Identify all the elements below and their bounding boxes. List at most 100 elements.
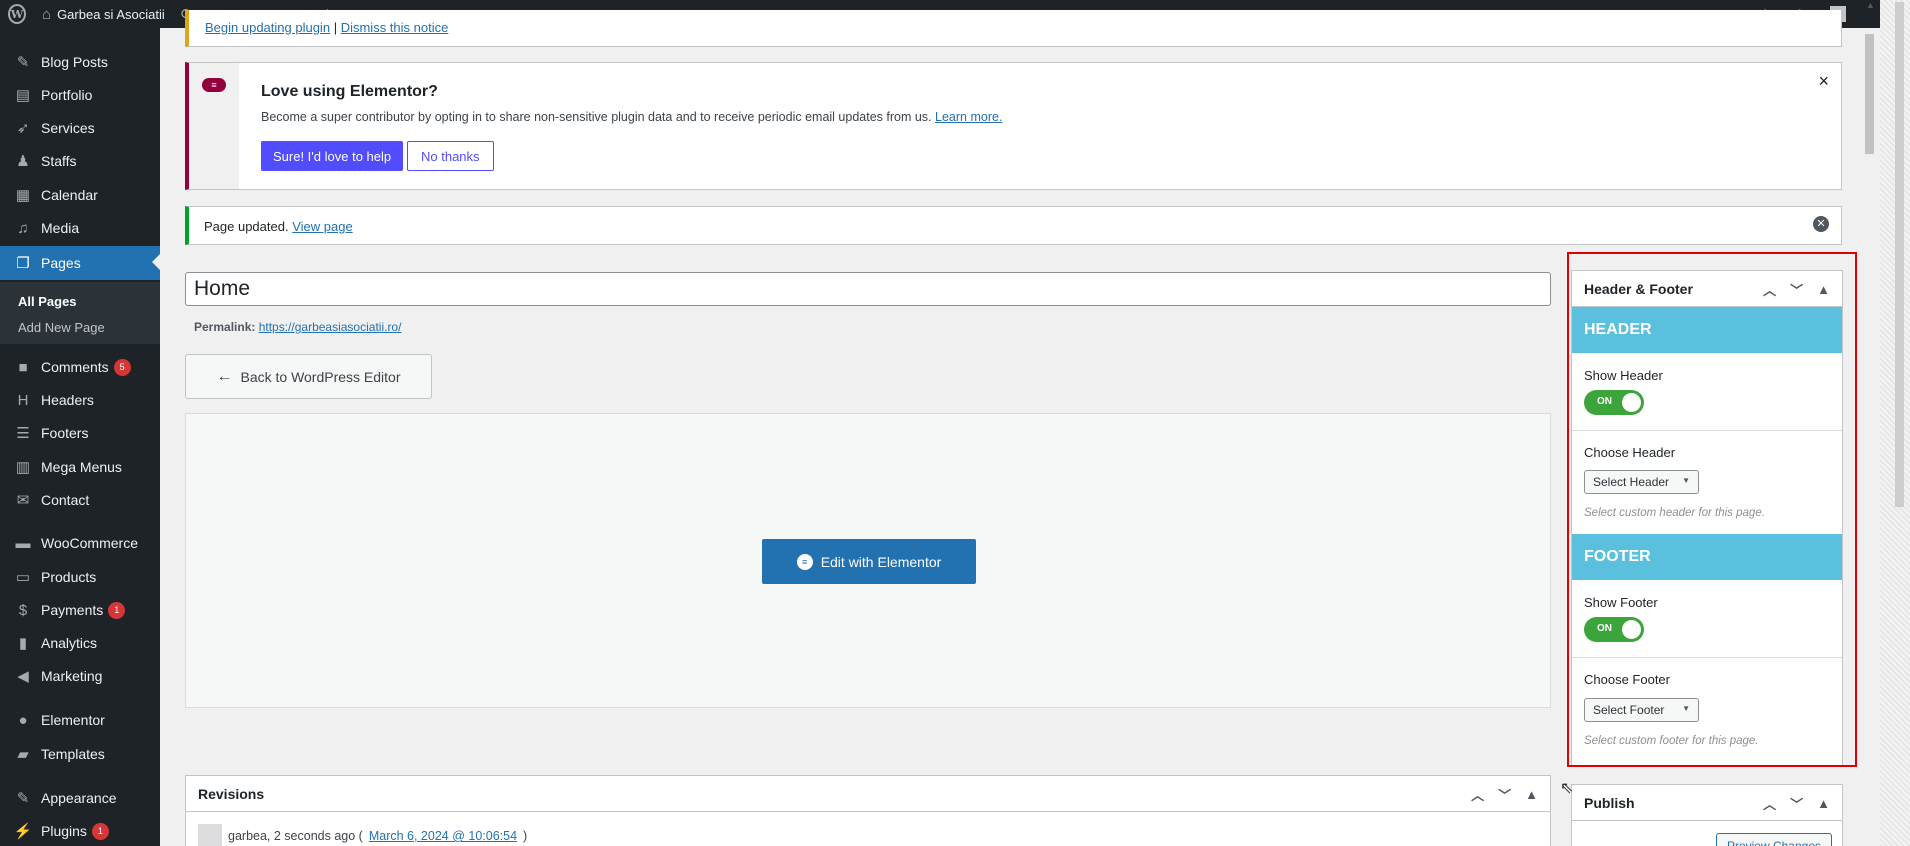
page-title-input[interactable]: Home: [185, 272, 1551, 306]
comment-icon: ■: [18, 358, 28, 376]
show-header-toggle[interactable]: ON: [1584, 390, 1644, 415]
choose-footer-label: Choose Footer: [1584, 672, 1670, 687]
portfolio-icon: ▤: [15, 87, 31, 104]
megaphone-icon: ◀: [17, 668, 29, 685]
preview-changes-button[interactable]: Preview Changes: [1715, 833, 1832, 846]
sidebar-item-products[interactable]: ▭ Products: [0, 561, 160, 593]
table-icon: ▥: [15, 459, 31, 476]
pages-submenu: All Pages Add New Page: [0, 282, 160, 344]
header-footer-panel: Header & Footer ︿ ﹀ ▲ HEADER Show Header…: [1571, 270, 1843, 766]
back-to-wordpress-editor-button[interactable]: ← Back to WordPress Editor: [185, 354, 432, 399]
opt-in-decline-button[interactable]: No thanks: [407, 141, 494, 171]
sidebar-item-templates[interactable]: ▰ Templates: [0, 738, 160, 770]
notice-title: Love using Elementor?: [261, 83, 438, 100]
close-icon[interactable]: ×: [1818, 71, 1829, 92]
main-scrollbar[interactable]: [1861, 28, 1878, 846]
revisions-title: Revisions: [198, 785, 265, 802]
sidebar-item-appearance[interactable]: ✎ Appearance: [0, 782, 160, 814]
header-icon: H: [17, 391, 29, 409]
wordpress-logo-icon[interactable]: W: [0, 0, 34, 28]
dismiss-notice-link[interactable]: Dismiss this notice: [341, 20, 449, 35]
pages-icon: ❐: [16, 255, 30, 272]
chevron-down-icon[interactable]: ﹀: [1498, 785, 1511, 804]
sidebar-item-contact[interactable]: ✉ Contact: [0, 484, 160, 516]
chevron-up-icon[interactable]: ︿: [1763, 280, 1776, 299]
rocket-icon: ➶: [16, 120, 30, 137]
pushpin-icon: ✎: [16, 54, 30, 71]
sidebar-item-footers[interactable]: ☰ Footers: [0, 417, 160, 449]
sidebar-item-services[interactable]: ➶ Services: [0, 112, 160, 144]
sidebar-item-marketing[interactable]: ◀ Marketing: [0, 660, 160, 692]
header-select[interactable]: Select Header ▼: [1584, 470, 1699, 494]
revision-date-link[interactable]: March 6, 2024 @ 10:06:54: [369, 829, 517, 843]
show-footer-toggle[interactable]: ON: [1584, 617, 1644, 642]
scroll-up-arrow-icon[interactable]: ▲: [1866, 0, 1875, 10]
show-footer-label: Show Footer: [1584, 595, 1658, 610]
mouse-cursor-icon: ⇖: [1560, 780, 1574, 797]
footer-select[interactable]: Select Footer ▼: [1584, 698, 1699, 722]
sidebar-item-portfolio[interactable]: ▤ Portfolio: [0, 79, 160, 111]
sidebar-item-staffs[interactable]: ♟ Staffs: [0, 145, 160, 177]
sidebar-item-blog-posts[interactable]: ✎ Blog Posts: [0, 46, 160, 78]
footer-select-description: Select custom footer for this page.: [1584, 735, 1759, 747]
permalink-url-link[interactable]: https://garbeasiasociatii.ro/: [259, 320, 402, 334]
publish-title: Publish: [1584, 794, 1635, 811]
edit-with-elementor-button[interactable]: ≡ Edit with Elementor: [762, 539, 976, 584]
mail-icon: ✉: [16, 492, 30, 509]
sidebar-item-headers[interactable]: H Headers: [0, 384, 160, 416]
notice-description: Become a super contributor by opting in …: [261, 110, 1003, 124]
revisions-box: Revisions ︿ ﹀ ▲ garbea, 2 seconds ago (M…: [185, 775, 1551, 846]
elementor-opt-in-notice: ≡ Love using Elementor? Become a super c…: [185, 62, 1842, 190]
permalink: Permalink: https://garbeasiasociatii.ro/: [194, 320, 402, 334]
sidebar-item-woocommerce[interactable]: ▬ WooCommerce: [0, 527, 160, 559]
sidebar-item-analytics[interactable]: ▮ Analytics: [0, 627, 160, 659]
dropdown-caret-icon: ▼: [1682, 704, 1690, 713]
begin-updating-plugin-link[interactable]: Begin updating plugin: [205, 20, 330, 35]
payments-count-badge: 1: [108, 601, 126, 619]
chevron-up-icon[interactable]: ︿: [1471, 785, 1484, 804]
toggle-panel-icon[interactable]: ▲: [1525, 787, 1538, 802]
submenu-all-pages[interactable]: All Pages: [18, 294, 77, 309]
footer-section-title: FOOTER: [1572, 534, 1842, 580]
sidebar-item-payments[interactable]: $ Payments 1: [0, 594, 160, 626]
archive-icon: ▭: [15, 569, 31, 586]
outer-scrollbar[interactable]: [1880, 0, 1910, 846]
site-name-link[interactable]: ⌂ Garbea si Asociatii: [34, 0, 173, 28]
arrow-left-icon: ←: [216, 367, 233, 385]
toggle-panel-icon[interactable]: ▲: [1817, 796, 1830, 811]
elementor-logo-icon: ≡: [202, 78, 226, 92]
submenu-add-new-page[interactable]: Add New Page: [18, 320, 105, 335]
header-select-description: Select custom header for this page.: [1584, 507, 1765, 519]
admin-sidebar: ✎ Blog Posts ▤ Portfolio ➶ Services ♟ Staffs…: [0, 28, 160, 846]
opt-in-accept-button[interactable]: Sure! I'd love to help: [261, 141, 404, 171]
show-header-label: Show Header: [1584, 368, 1663, 383]
revision-entry: garbea, 2 seconds ago (March 6, 2024 @ 1…: [198, 824, 527, 846]
page-updated-notice: Page updated. View page ✕: [185, 206, 1842, 245]
sidebar-item-pages[interactable]: ❐ Pages: [0, 246, 160, 280]
chevron-up-icon[interactable]: ︿: [1763, 794, 1776, 813]
avatar: [198, 824, 222, 846]
dropdown-caret-icon: ▼: [1682, 476, 1690, 485]
choose-header-label: Choose Header: [1584, 445, 1676, 460]
toggle-panel-icon[interactable]: ▲: [1817, 282, 1830, 297]
sidebar-item-mega-menus[interactable]: ▥ Mega Menus: [0, 451, 160, 483]
sidebar-item-calendar[interactable]: ▦ Calendar: [0, 179, 160, 211]
sidebar-item-media[interactable]: ♫ Media: [0, 212, 160, 244]
view-page-link[interactable]: View page: [292, 219, 352, 234]
sidebar-item-plugins[interactable]: ⚡ Plugins 1: [0, 815, 160, 846]
brush-icon: ✎: [16, 790, 30, 807]
header-footer-title: Header & Footer: [1584, 280, 1693, 297]
chevron-down-icon[interactable]: ﹀: [1790, 280, 1803, 299]
learn-more-link[interactable]: Learn more.: [935, 110, 1002, 124]
comments-count-badge: 5: [113, 358, 131, 376]
chevron-down-icon[interactable]: ﹀: [1790, 794, 1803, 813]
woo-icon: ▬: [15, 534, 31, 552]
dismiss-icon[interactable]: ✕: [1813, 216, 1829, 232]
footer-icon: ☰: [16, 425, 30, 442]
dollar-icon: $: [18, 601, 28, 619]
sidebar-item-elementor[interactable]: ● Elementor: [0, 704, 160, 736]
publish-box: Publish ︿ ﹀ ▲ Preview Changes: [1571, 784, 1843, 846]
sidebar-item-comments[interactable]: ■ Comments 5: [0, 351, 160, 383]
bar-chart-icon: ▮: [18, 635, 28, 652]
plugin-icon: ⚡: [13, 823, 33, 840]
